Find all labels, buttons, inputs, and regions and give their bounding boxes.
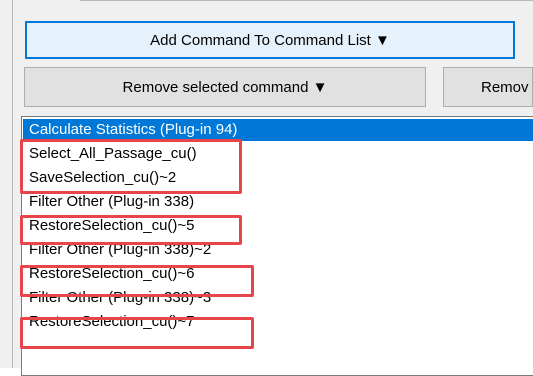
add-command-button[interactable]: Add Command To Command List ▼ [25,21,515,59]
remove-other-button[interactable]: Remov [443,67,533,107]
remove-other-button-label: Remov [481,78,529,96]
remove-selected-command-label: Remove selected command ▼ [122,78,328,96]
command-list-item[interactable]: Calculate Statistics (Plug-in 94) [23,119,533,141]
command-list[interactable]: Calculate Statistics (Plug-in 94) Select… [21,116,533,376]
remove-selected-command-button[interactable]: Remove selected command ▼ [24,67,426,107]
command-list-item[interactable]: Filter Other (Plug-in 338) [23,191,194,213]
command-list-item[interactable]: RestoreSelection_cu()~6 [23,263,195,285]
command-list-item[interactable]: Filter Other (Plug-in 338)~3 [23,287,211,309]
add-command-button-label: Add Command To Command List ▼ [150,31,390,49]
panel-divider-top [80,0,533,1]
command-list-item[interactable]: SaveSelection_cu()~2 [23,167,176,189]
command-list-item[interactable]: RestoreSelection_cu()~5 [23,215,195,237]
panel-divider-left [12,0,13,368]
command-list-item[interactable]: RestoreSelection_cu()~7 [23,311,195,333]
command-list-item[interactable]: Select_All_Passage_cu() [23,143,197,165]
command-list-item[interactable]: Filter Other (Plug-in 338)~2 [23,239,211,261]
command-panel: Add Command To Command List ▼ Remove sel… [0,0,533,376]
